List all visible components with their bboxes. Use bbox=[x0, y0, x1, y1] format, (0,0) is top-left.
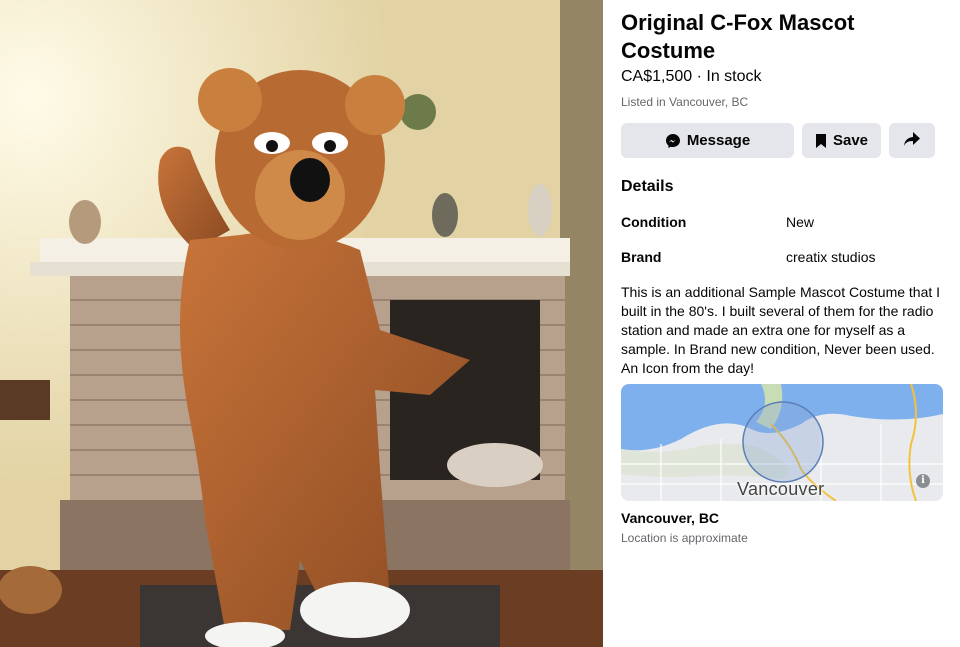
bookmark-icon bbox=[815, 133, 827, 149]
location-map[interactable]: Vancouver i bbox=[621, 384, 943, 501]
map-city-label: Vancouver bbox=[737, 479, 825, 499]
detail-value-condition: New bbox=[786, 214, 815, 230]
location-city: Vancouver, BC bbox=[621, 510, 720, 526]
listing-description: This is an additional Sample Mascot Cost… bbox=[621, 284, 941, 376]
price-stock: CA$1,500 · In stock bbox=[621, 68, 762, 85]
messenger-icon bbox=[665, 133, 681, 149]
message-label: Message bbox=[686, 132, 751, 149]
listing-photo[interactable] bbox=[0, 0, 603, 647]
details-heading: Details bbox=[621, 178, 674, 195]
detail-label-brand: Brand bbox=[621, 249, 662, 265]
listed-location: Listed in Vancouver, BC bbox=[621, 95, 749, 109]
detail-value-brand: creatix studios bbox=[786, 249, 876, 265]
save-label: Save bbox=[832, 132, 869, 149]
detail-label-condition: Condition bbox=[621, 214, 687, 230]
share-arrow-icon bbox=[903, 131, 921, 151]
listing-details-panel: Original C-Fox Mascot Costume CA$1,500 ·… bbox=[603, 0, 960, 647]
listing-title: Original C-Fox Mascot Costume bbox=[621, 10, 855, 63]
mascot-photo-illustration bbox=[0, 0, 603, 647]
location-note: Location is approximate bbox=[621, 531, 748, 545]
info-icon[interactable]: i bbox=[916, 474, 930, 488]
message-button[interactable]: Message bbox=[621, 123, 794, 158]
share-button[interactable] bbox=[889, 123, 935, 158]
save-button[interactable]: Save bbox=[802, 123, 881, 158]
